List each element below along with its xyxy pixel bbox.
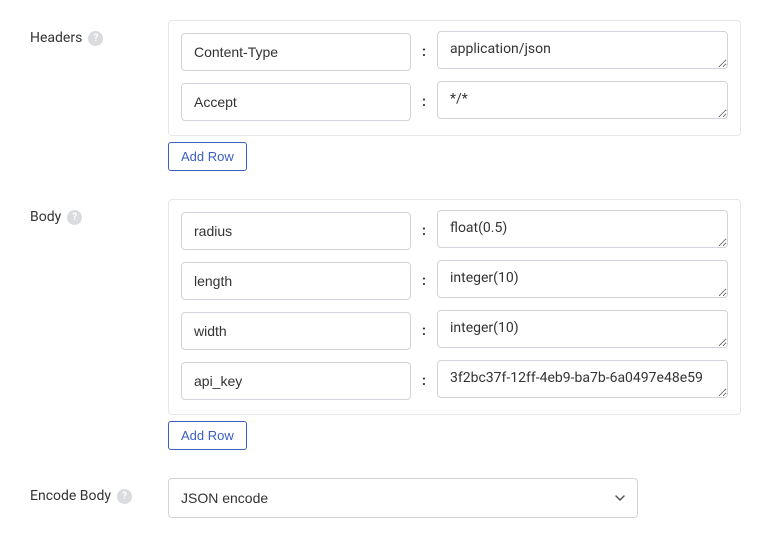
add-row-button[interactable]: Add Row <box>168 142 247 171</box>
body-value-input[interactable]: integer(10) <box>437 310 728 348</box>
headers-label: Headers <box>30 30 82 46</box>
encode-body-label-col: Encode Body ? <box>30 478 168 504</box>
help-icon[interactable]: ? <box>67 210 82 225</box>
kv-separator: : <box>421 373 427 389</box>
headers-section: Headers ? : application/json : */* Add R… <box>30 20 741 171</box>
encode-body-section: Encode Body ? JSON encode <box>30 478 741 518</box>
header-value-input[interactable]: application/json <box>437 31 728 69</box>
body-key-input[interactable] <box>181 312 411 350</box>
kv-row: : float(0.5) <box>181 210 728 252</box>
kv-val-wrap: float(0.5) <box>437 210 728 252</box>
encode-body-label: Encode Body <box>30 488 111 504</box>
body-label-col: Body ? <box>30 199 168 225</box>
kv-separator: : <box>421 223 427 239</box>
headers-content: : application/json : */* Add Row <box>168 20 741 171</box>
body-key-input[interactable] <box>181 262 411 300</box>
headers-label-col: Headers ? <box>30 20 168 46</box>
help-icon[interactable]: ? <box>117 489 132 504</box>
body-value-input[interactable]: integer(10) <box>437 260 728 298</box>
body-key-input[interactable] <box>181 212 411 250</box>
encode-body-content: JSON encode <box>168 478 741 518</box>
body-content: : float(0.5) : integer(10) : integer(10) <box>168 199 741 450</box>
kv-separator: : <box>421 323 427 339</box>
encode-body-select[interactable]: JSON encode <box>168 478 638 518</box>
kv-row: : 3f2bc37f-12ff-4eb9-ba7b-6a0497e48e59 <box>181 360 728 402</box>
body-value-input[interactable]: float(0.5) <box>437 210 728 248</box>
header-key-input[interactable] <box>181 83 411 121</box>
add-row-button[interactable]: Add Row <box>168 421 247 450</box>
kv-row: : application/json <box>181 31 728 73</box>
kv-val-wrap: integer(10) <box>437 260 728 302</box>
body-section: Body ? : float(0.5) : integer(10) : <box>30 199 741 450</box>
header-key-input[interactable] <box>181 33 411 71</box>
kv-val-wrap: 3f2bc37f-12ff-4eb9-ba7b-6a0497e48e59 <box>437 360 728 402</box>
kv-separator: : <box>421 44 427 60</box>
kv-row: : */* <box>181 81 728 123</box>
header-value-input[interactable]: */* <box>437 81 728 119</box>
body-panel: : float(0.5) : integer(10) : integer(10) <box>168 199 741 415</box>
kv-row: : integer(10) <box>181 310 728 352</box>
kv-separator: : <box>421 94 427 110</box>
body-value-input[interactable]: 3f2bc37f-12ff-4eb9-ba7b-6a0497e48e59 <box>437 360 728 398</box>
headers-panel: : application/json : */* <box>168 20 741 136</box>
help-icon[interactable]: ? <box>88 31 103 46</box>
body-label: Body <box>30 209 61 225</box>
kv-separator: : <box>421 273 427 289</box>
kv-row: : integer(10) <box>181 260 728 302</box>
kv-val-wrap: application/json <box>437 31 728 73</box>
encode-body-select-wrap: JSON encode <box>168 478 638 518</box>
body-key-input[interactable] <box>181 362 411 400</box>
kv-val-wrap: integer(10) <box>437 310 728 352</box>
kv-val-wrap: */* <box>437 81 728 123</box>
